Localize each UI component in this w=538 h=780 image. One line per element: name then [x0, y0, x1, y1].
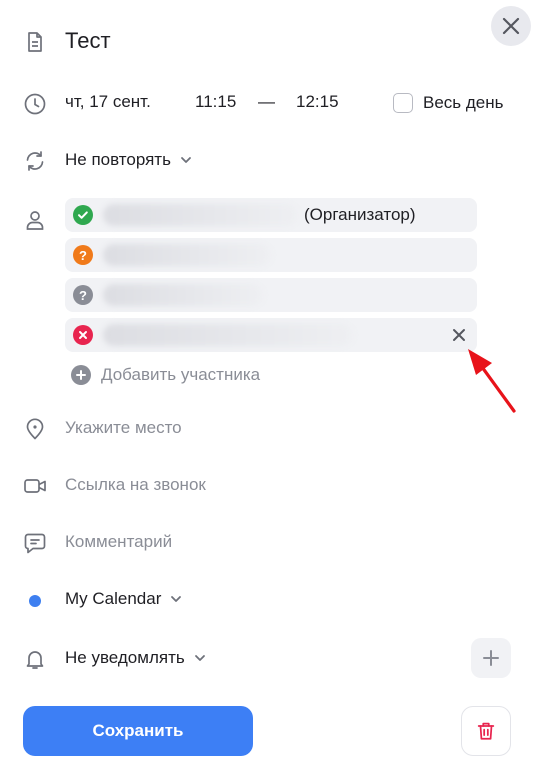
user-icon [22, 207, 48, 233]
participant-row[interactable]: ? [65, 238, 477, 272]
close-icon [453, 329, 465, 341]
delete-button[interactable] [461, 706, 511, 756]
plus-icon [483, 650, 499, 666]
plus-icon [71, 365, 91, 385]
repeat-label: Не повторять [65, 150, 171, 169]
notification-label: Не уведомлять [65, 648, 185, 667]
participant-name-redacted [103, 204, 298, 226]
calendar-label: My Calendar [65, 589, 162, 608]
document-icon [22, 29, 48, 55]
location-pin-icon [22, 416, 48, 442]
notification-dropdown[interactable]: Не уведомлять [65, 648, 207, 668]
all-day-label: Весь день [423, 93, 504, 112]
annotation-arrow-icon [468, 349, 516, 413]
time-separator: — [258, 92, 275, 111]
clock-icon [22, 91, 48, 117]
organizer-label: (Организатор) [304, 205, 416, 224]
accepted-status-icon [73, 205, 93, 225]
add-notification-button[interactable] [471, 638, 511, 678]
participant-name-redacted [103, 244, 271, 266]
repeat-dropdown[interactable]: Не повторять [65, 150, 193, 170]
repeat-icon [22, 148, 48, 174]
save-button[interactable]: Сохранить [23, 706, 253, 756]
remove-participant-button[interactable] [449, 325, 469, 345]
calendar-dropdown[interactable]: My Calendar [65, 589, 183, 609]
date-field[interactable]: чт, 17 сент. [65, 92, 151, 112]
event-title[interactable]: Тест [65, 28, 111, 54]
all-day-toggle[interactable]: Весь день [393, 93, 504, 113]
add-participant-label: Добавить участника [101, 365, 261, 384]
video-call-icon [22, 473, 48, 499]
call-link-field[interactable]: Ссылка на звонок [65, 475, 206, 495]
participant-name-redacted [103, 284, 263, 306]
location-field[interactable]: Укажите место [65, 418, 182, 438]
participant-row[interactable] [65, 318, 477, 352]
declined-status-icon [73, 325, 93, 345]
close-button[interactable] [491, 6, 531, 46]
comment-field[interactable]: Комментарий [65, 532, 172, 552]
all-day-checkbox[interactable] [393, 93, 413, 113]
participant-name-redacted [103, 324, 353, 346]
bell-icon [22, 646, 48, 672]
end-time-field[interactable]: 12:15 [296, 92, 339, 112]
calendar-color-dot [29, 595, 41, 607]
close-icon [502, 17, 520, 35]
start-time-field[interactable]: 11:15 [195, 92, 236, 112]
comment-icon [22, 530, 48, 556]
participant-row[interactable]: ? [65, 278, 477, 312]
participant-row[interactable]: (Организатор) [65, 198, 477, 232]
trash-icon [477, 722, 495, 740]
add-participant-button[interactable]: Добавить участника [71, 365, 260, 385]
tentative-status-icon: ? [73, 245, 93, 265]
chevron-down-icon [181, 157, 191, 163]
chevron-down-icon [171, 596, 182, 602]
unknown-status-icon: ? [73, 285, 93, 305]
chevron-down-icon [194, 655, 205, 661]
